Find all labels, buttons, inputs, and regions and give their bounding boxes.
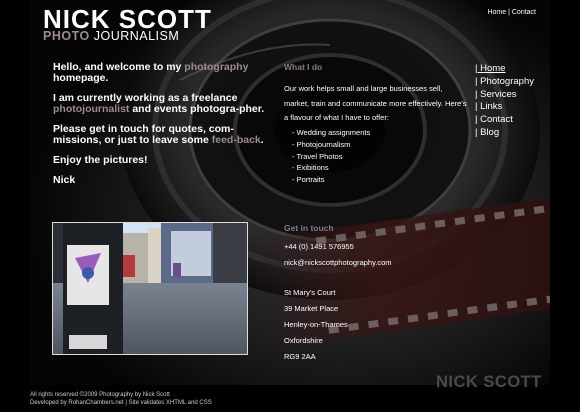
intro-welcome: Hello, and welcome to my photography hom… — [53, 61, 249, 84]
top-link-contact[interactable]: Contact — [512, 9, 536, 16]
logo-journalism-text: JOURNALISM — [93, 29, 180, 43]
footer-name-watermark: NICK SCOTT — [436, 373, 542, 391]
service-item: - Wedding assignments — [292, 128, 371, 137]
intro-working: I am currently working as a freelance ph… — [53, 92, 265, 115]
nav-item-blog[interactable]: | Blog — [475, 127, 499, 138]
nav-item-services[interactable]: | Services — [475, 89, 517, 100]
get-in-touch-heading: Get in touch — [284, 223, 334, 233]
top-link-home[interactable]: Home — [487, 9, 506, 16]
nav-item-links[interactable]: | Links — [475, 101, 502, 112]
email-link[interactable]: nick@nickscottphotography.com — [284, 255, 474, 271]
service-item: - Travel Photos — [292, 151, 343, 161]
main-navigation: | Home | Photography | Services | Links … — [475, 63, 534, 140]
featured-street-photo[interactable] — [52, 222, 248, 355]
service-item: - Photojournalism — [292, 139, 351, 149]
logo-photo-text: PHOTO — [43, 29, 90, 43]
intro-text: Hello, and welcome to my photography hom… — [53, 62, 268, 195]
feedback-link[interactable]: feed-back — [212, 134, 261, 146]
photojournalist-link[interactable]: photojournalist — [53, 103, 129, 115]
footer-copyright: All rights reserved ©2009 Photography by… — [30, 392, 170, 398]
address-line: St Mary's Court — [284, 288, 336, 297]
top-links: Home | Contact — [487, 9, 536, 16]
intro-signature: Nick — [53, 174, 76, 186]
site-logo-subtitle: PHOTO JOURNALISM — [43, 30, 179, 43]
what-i-do-section: What I do Our work helps small and large… — [284, 60, 469, 184]
services-list: - Wedding assignments - Photojournalism … — [292, 127, 462, 186]
address-line: RG9 2AA — [284, 352, 316, 361]
footer-developer[interactable]: Developed by RohanChambers.net | Site va… — [30, 400, 212, 408]
get-in-touch-section: Get in touch +44 (0) 1491 576955 nick@ni… — [284, 220, 474, 365]
footer-text: All rights reserved ©2009 Photography by… — [30, 392, 212, 407]
street-photo-image — [53, 223, 247, 354]
intro-enjoy: Enjoy the pictures! — [53, 154, 148, 166]
phone-number: +44 (0) 1491 576955 — [284, 242, 354, 251]
address-line: 39 Market Place — [284, 304, 339, 313]
intro-contact: Please get in touch for quotes, com-miss… — [53, 123, 264, 146]
photography-link[interactable]: photography — [184, 61, 248, 73]
service-item: - Exibitions — [292, 163, 329, 173]
nav-item-photography[interactable]: | Photography — [475, 76, 534, 87]
what-i-do-heading: What I do — [284, 62, 323, 72]
address-line: Henley-on-Thames — [284, 320, 348, 329]
nav-item-contact[interactable]: | Contact — [475, 114, 513, 125]
nav-item-home[interactable]: | Home — [475, 63, 505, 74]
what-i-do-paragraph: Our work helps small and large businesse… — [284, 84, 467, 122]
service-item: - Portraits — [292, 175, 325, 185]
address-line: Oxfordshire — [284, 336, 323, 345]
